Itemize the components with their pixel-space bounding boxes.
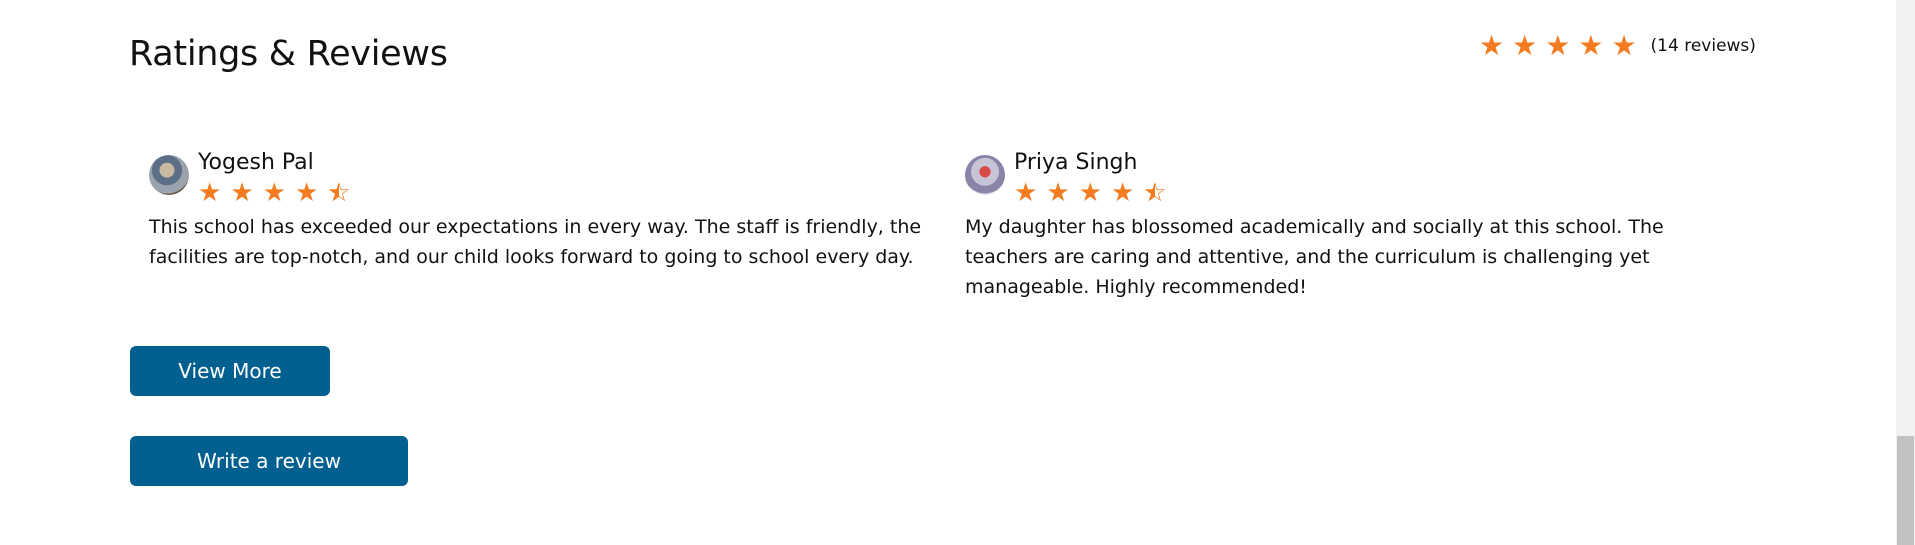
review-rating: ★ ★ ★ ★ ★ [198,180,360,206]
star-icon: ★ [1046,178,1070,208]
star-icon: ★ [1479,29,1505,62]
reviewer-name: Yogesh Pal [198,150,314,175]
star-icon: ★ [1578,29,1604,62]
write-review-button[interactable]: Write a review [130,436,408,486]
vertical-scrollbar[interactable] [1896,0,1915,545]
overall-rating: ★ ★ ★ ★ ★ (14 reviews) [1479,30,1756,62]
star-icon: ★ [1014,178,1038,208]
scrollbar-thumb[interactable] [1897,436,1914,545]
section-title: Ratings & Reviews [129,34,448,74]
review-header: Yogesh Pal ★ ★ ★ ★ ★ [149,150,929,206]
star-icon: ★ [1611,29,1637,62]
star-icon: ★ [1545,29,1571,62]
half-star-icon: ★ [327,180,351,206]
star-icon: ★ [198,178,222,208]
review-text: My daughter has blossomed academically a… [965,216,1664,298]
review-count: (14 reviews) [1650,36,1756,56]
review-header: Priya Singh ★ ★ ★ ★ ★ [965,150,1745,206]
star-icon: ★ [1078,178,1102,208]
star-icon: ★ [1110,178,1135,208]
view-more-button[interactable]: View More [130,346,330,396]
reviewer-info: Priya Singh ★ ★ ★ ★ ★ [1014,150,1176,206]
half-star-icon: ★ [1143,180,1167,206]
review-card: Priya Singh ★ ★ ★ ★ ★ My daughter has bl… [965,150,1745,302]
review-rating: ★ ★ ★ ★ ★ [1014,180,1176,206]
avatar [149,155,189,195]
review-text: This school has exceeded our expectation… [149,216,922,268]
reviewer-info: Yogesh Pal ★ ★ ★ ★ ★ [198,150,360,206]
avatar [965,155,1005,195]
star-icon: ★ [230,178,254,208]
star-icon: ★ [1512,29,1538,62]
page: Ratings & Reviews ★ ★ ★ ★ ★ (14 reviews)… [0,0,1896,545]
review-card: Yogesh Pal ★ ★ ★ ★ ★ This school has exc… [149,150,929,272]
star-icon: ★ [294,178,319,208]
star-icon: ★ [262,178,286,208]
reviewer-name: Priya Singh [1014,150,1138,175]
